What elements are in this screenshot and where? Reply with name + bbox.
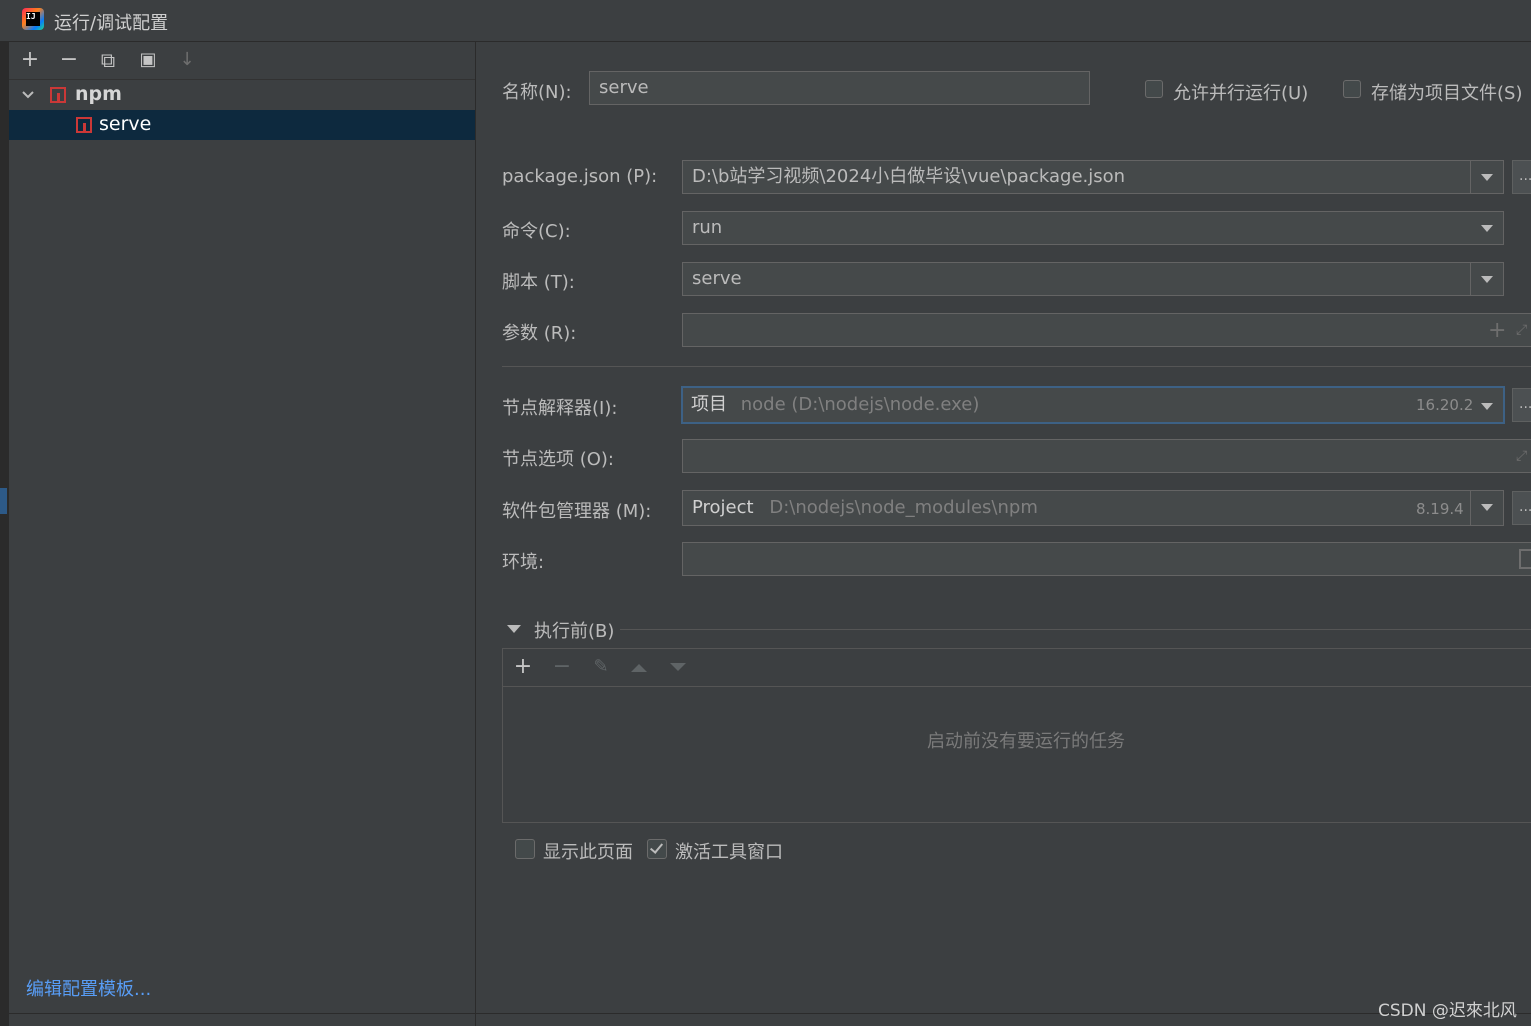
show-page-checkbox[interactable] xyxy=(515,839,535,859)
chevron-down-icon[interactable] xyxy=(1471,390,1503,422)
tree-item-label: serve xyxy=(99,113,152,135)
node-interpreter-combo[interactable]: 项目 node (D:\nodejs\node.exe) xyxy=(681,386,1505,424)
expand-icon[interactable]: ⤢ xyxy=(1516,448,1527,464)
script-combo[interactable]: serve xyxy=(682,262,1504,296)
chevron-down-icon[interactable] xyxy=(1470,263,1503,295)
node-options-field[interactable] xyxy=(682,439,1531,473)
npm-icon xyxy=(76,117,92,133)
allow-parallel-checkbox[interactable] xyxy=(1145,80,1163,98)
move-down-icon[interactable] xyxy=(668,661,688,673)
title-bar xyxy=(0,0,1531,42)
name-field[interactable]: serve xyxy=(589,71,1090,105)
remove-icon[interactable]: − xyxy=(549,654,575,680)
tree-group-npm[interactable]: npm xyxy=(9,80,475,110)
before-launch-title[interactable]: 执行前(B) xyxy=(534,617,614,643)
insert-macro-icon[interactable]: + xyxy=(1488,318,1506,343)
package-manager-prefix: Project xyxy=(692,497,754,518)
new-folder-icon[interactable]: ▣ xyxy=(135,48,161,74)
package-manager-version: 8.19.4 xyxy=(1416,500,1464,518)
node-interpreter-label: 节点解释器(I): xyxy=(502,398,618,419)
package-json-browse-button[interactable]: ... xyxy=(1512,160,1531,194)
left-edge-marker xyxy=(0,488,7,514)
edit-icon[interactable]: ✎ xyxy=(588,654,614,680)
tree-group-label: npm xyxy=(75,83,122,105)
script-label: 脚本 (T): xyxy=(502,272,575,293)
watermark: CSDN @迟來北风 xyxy=(1378,1001,1517,1021)
args-label: 参数 (R): xyxy=(502,323,577,344)
configurations-toolbar: + − ⧉ ▣ ↓ xyxy=(9,42,475,80)
npm-icon xyxy=(50,87,66,103)
node-options-label: 节点选项 (O): xyxy=(502,449,614,470)
package-json-value: D:\b站学习视频\2024小白做毕设\vue\package.json xyxy=(692,166,1126,187)
args-field[interactable] xyxy=(682,313,1531,347)
package-json-label: package.json (P): xyxy=(502,166,658,187)
collapse-arrow-icon[interactable] xyxy=(507,625,521,633)
node-version: 16.20.2 xyxy=(1416,396,1474,414)
chevron-down-icon[interactable] xyxy=(1470,491,1503,525)
remove-icon[interactable]: − xyxy=(56,48,82,74)
command-select[interactable]: run xyxy=(682,211,1504,245)
node-interpreter-prefix: 项目 xyxy=(691,394,727,415)
left-edge xyxy=(0,42,9,1026)
package-manager-browse-button[interactable]: ... xyxy=(1512,491,1531,525)
chevron-down-icon[interactable] xyxy=(21,88,35,102)
chevron-down-icon[interactable] xyxy=(1470,161,1503,193)
script-value: serve xyxy=(692,268,742,289)
name-label: 名称(N): xyxy=(502,82,572,103)
separator xyxy=(502,366,1531,367)
tree-item-serve[interactable]: serve xyxy=(9,110,475,140)
bottom-divider xyxy=(9,1013,1531,1014)
package-json-combo[interactable]: D:\b站学习视频\2024小白做毕设\vue\package.json xyxy=(682,160,1504,194)
command-value: run xyxy=(692,217,723,238)
node-interpreter-browse-button[interactable]: ... xyxy=(1512,388,1531,422)
activate-tool-window-checkbox[interactable] xyxy=(647,839,667,859)
move-up-icon[interactable] xyxy=(629,661,649,673)
command-label: 命令(C): xyxy=(502,221,571,242)
show-page-label: 显示此页面 xyxy=(543,842,633,863)
package-manager-path: D:\nodejs\node_modules\npm xyxy=(769,497,1038,518)
store-as-file-label: 存储为项目文件(S) xyxy=(1371,83,1523,104)
expand-icon[interactable]: ⤢ xyxy=(1516,322,1527,338)
window-title: 运行/调试配置 xyxy=(54,13,169,34)
add-icon[interactable]: + xyxy=(510,654,536,680)
before-launch-divider xyxy=(620,629,1531,630)
edit-templates-link[interactable]: 编辑配置模板... xyxy=(26,975,151,1001)
activate-tool-window-label: 激活工具窗口 xyxy=(675,842,783,863)
env-editor-icon[interactable] xyxy=(1519,549,1531,569)
configurations-panel xyxy=(9,42,476,1026)
store-as-file-checkbox[interactable] xyxy=(1343,80,1361,98)
sort-icon[interactable]: ↓ xyxy=(174,48,200,74)
before-launch-empty-text: 启动前没有要运行的任务 xyxy=(927,731,1125,752)
allow-parallel-label: 允许并行运行(U) xyxy=(1173,83,1309,104)
add-icon[interactable]: + xyxy=(17,48,43,74)
env-field[interactable] xyxy=(682,542,1531,576)
package-manager-combo[interactable]: Project D:\nodejs\node_modules\npm xyxy=(682,490,1504,526)
node-interpreter-path: node (D:\nodejs\node.exe) xyxy=(740,394,980,415)
chevron-down-icon[interactable] xyxy=(1471,212,1503,244)
env-label: 环境: xyxy=(502,552,545,573)
copy-icon[interactable]: ⧉ xyxy=(95,48,121,74)
package-manager-label: 软件包管理器 (M): xyxy=(502,501,652,522)
before-launch-toolbar: + − ✎ xyxy=(503,649,1531,687)
app-logo-icon: IJ xyxy=(22,8,44,30)
